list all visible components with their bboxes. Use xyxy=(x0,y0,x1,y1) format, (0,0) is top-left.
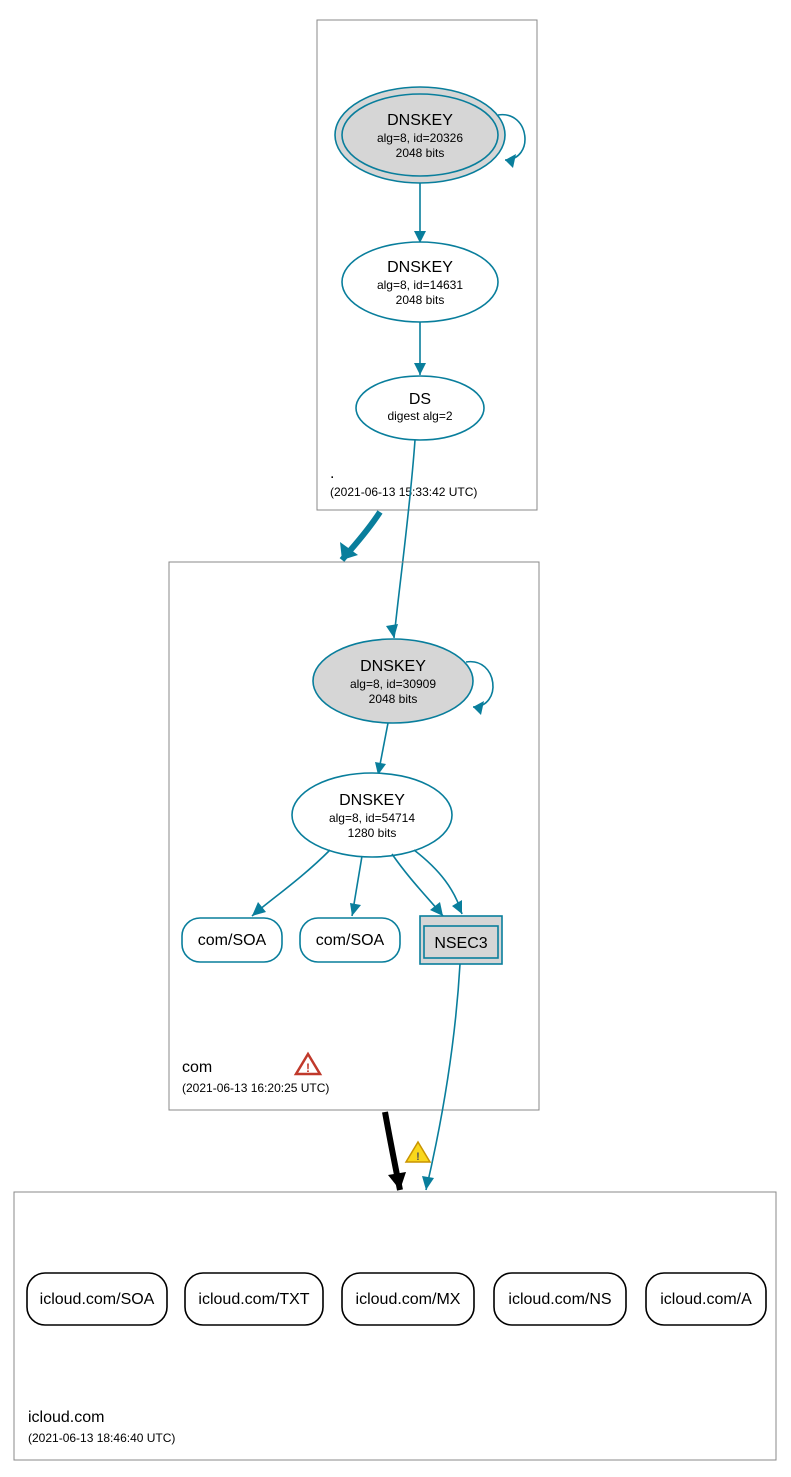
warning-icon-com: ! xyxy=(296,1054,320,1075)
svg-text:com/SOA: com/SOA xyxy=(198,932,267,949)
svg-text:1280 bits: 1280 bits xyxy=(348,826,397,840)
svg-text:icloud.com/TXT: icloud.com/TXT xyxy=(198,1291,309,1308)
node-root-ds: DS digest alg=2 xyxy=(356,376,484,440)
warning-icon-delegation: ! xyxy=(406,1142,430,1163)
svg-text:2048 bits: 2048 bits xyxy=(396,146,445,160)
svg-text:icloud.com/NS: icloud.com/NS xyxy=(508,1291,611,1308)
edge-ds-to-com-ksk xyxy=(394,440,415,638)
zone-icloud-name: icloud.com xyxy=(28,1409,104,1426)
node-root-zsk: DNSKEY alg=8, id=14631 2048 bits xyxy=(342,242,498,322)
zone-icloud-box xyxy=(14,1192,776,1460)
svg-text:2048 bits: 2048 bits xyxy=(369,692,418,706)
edge-com-zsk-soa1 xyxy=(252,850,330,916)
svg-text:icloud.com/A: icloud.com/A xyxy=(660,1291,752,1308)
node-com-zsk: DNSKEY alg=8, id=54714 1280 bits xyxy=(292,773,452,857)
zone-root-ts: (2021-06-13 15:33:42 UTC) xyxy=(330,485,477,499)
zone-icloud-ts: (2021-06-13 18:46:40 UTC) xyxy=(28,1431,175,1445)
zone-root-name: . xyxy=(330,465,334,482)
svg-text:!: ! xyxy=(416,1151,420,1163)
svg-text:digest alg=2: digest alg=2 xyxy=(387,409,452,423)
zone-com-name: com xyxy=(182,1059,212,1076)
svg-text:DNSKEY: DNSKEY xyxy=(339,792,405,809)
svg-text:DNSKEY: DNSKEY xyxy=(387,259,453,276)
svg-text:NSEC3: NSEC3 xyxy=(434,935,487,952)
node-com-nsec3: NSEC3 xyxy=(420,916,502,964)
svg-text:alg=8, id=14631: alg=8, id=14631 xyxy=(377,278,463,292)
edge-nsec3-to-icloud xyxy=(426,964,460,1190)
svg-text:DNSKEY: DNSKEY xyxy=(360,658,426,675)
svg-text:DS: DS xyxy=(409,391,431,408)
zone-com-ts: (2021-06-13 16:20:25 UTC) xyxy=(182,1081,329,1095)
dnssec-diagram: . (2021-06-13 15:33:42 UTC) DNSKEY alg=8… xyxy=(0,0,791,1477)
svg-text:alg=8, id=20326: alg=8, id=20326 xyxy=(377,131,463,145)
svg-text:com/SOA: com/SOA xyxy=(316,932,385,949)
svg-text:2048 bits: 2048 bits xyxy=(396,293,445,307)
node-root-ksk: DNSKEY alg=8, id=20326 2048 bits xyxy=(335,87,505,183)
svg-text:alg=8, id=30909: alg=8, id=30909 xyxy=(350,677,436,691)
svg-text:icloud.com/MX: icloud.com/MX xyxy=(356,1291,461,1308)
svg-text:!: ! xyxy=(306,1061,310,1075)
node-com-ksk: DNSKEY alg=8, id=30909 2048 bits xyxy=(313,639,473,723)
svg-text:DNSKEY: DNSKEY xyxy=(387,112,453,129)
svg-text:alg=8, id=54714: alg=8, id=54714 xyxy=(329,811,415,825)
svg-text:icloud.com/SOA: icloud.com/SOA xyxy=(40,1291,155,1308)
